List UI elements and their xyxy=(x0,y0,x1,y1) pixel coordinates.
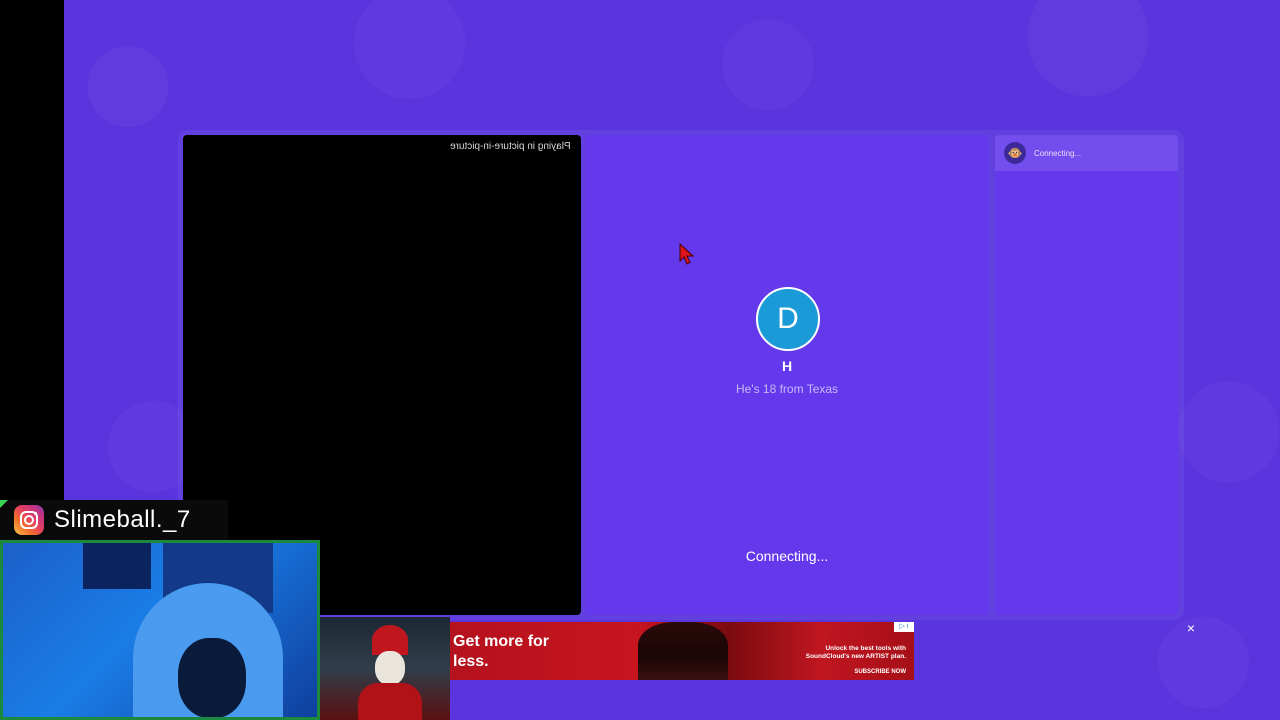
chat-panel: 🐵 Connecting... xyxy=(995,135,1178,615)
user-name: H xyxy=(781,358,793,374)
ad-headline: Get more for less. xyxy=(453,633,550,670)
skeleton-santa-image xyxy=(320,617,450,720)
monkey-avatar-icon: 🐵 xyxy=(1004,142,1026,164)
pip-label: Playing in picture-in-picture xyxy=(450,141,571,152)
ad-banner[interactable]: Get more for less. Unlock the best tools… xyxy=(450,622,914,680)
ad-subscribe-link[interactable]: SUBSCRIBE NOW xyxy=(854,669,906,675)
webcam-feed xyxy=(0,540,320,720)
close-icon[interactable]: × xyxy=(1184,621,1198,635)
ad-choices-icon[interactable]: ▷ i xyxy=(894,622,914,632)
avatar: D xyxy=(756,287,820,351)
wall-poster xyxy=(83,543,151,589)
remote-user-panel: D H He's 18 from Texas Connecting... xyxy=(585,135,989,615)
instagram-handle: Slimeball._7 xyxy=(54,506,191,533)
connecting-status: Connecting... xyxy=(745,548,829,564)
ad-person-image xyxy=(638,622,728,680)
person-face xyxy=(178,638,246,717)
instagram-handle-bar: Slimeball._7 xyxy=(0,500,228,540)
corner-accent xyxy=(0,500,8,508)
user-bio: He's 18 from Texas xyxy=(735,382,839,396)
instagram-icon xyxy=(14,505,44,535)
chat-header: 🐵 Connecting... xyxy=(995,135,1178,171)
chat-status: Connecting... xyxy=(1034,148,1082,158)
mouse-cursor-icon xyxy=(679,243,695,265)
ad-tagline: Unlock the best tools with SoundCloud's … xyxy=(805,645,906,660)
